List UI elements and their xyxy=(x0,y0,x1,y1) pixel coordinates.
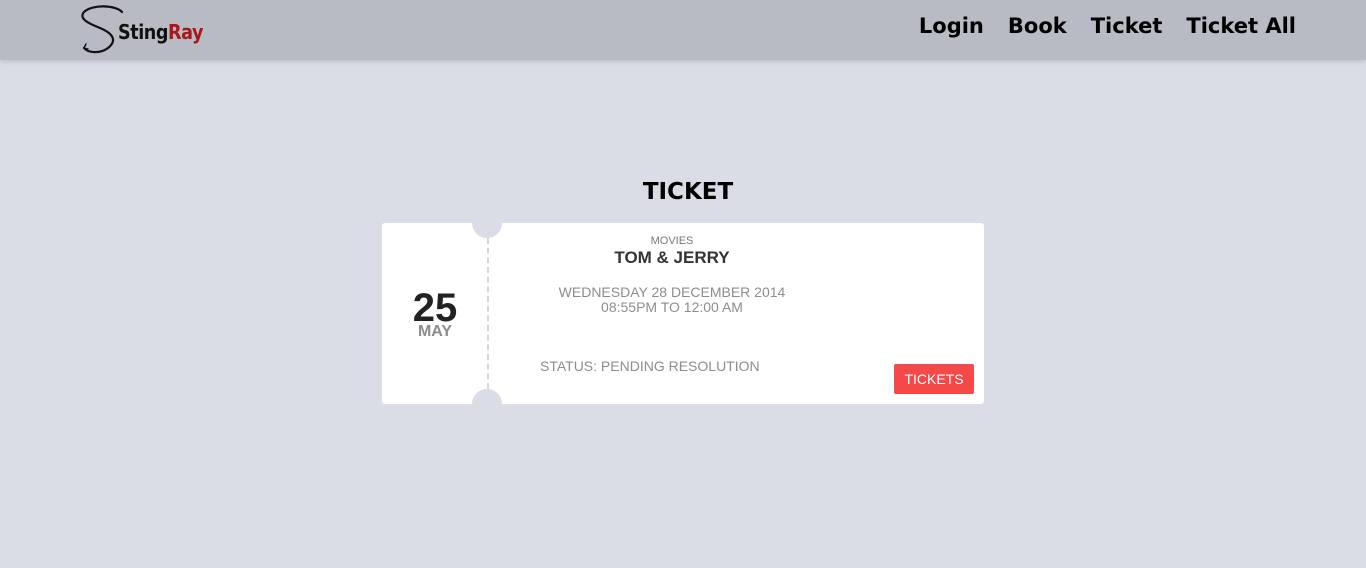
stingray-logo[interactable]: StingRay xyxy=(78,2,208,56)
logo-text-ray: Ray xyxy=(168,20,204,44)
nav-ticket-link[interactable]: Ticket xyxy=(1091,14,1163,38)
nav-login-link[interactable]: Login xyxy=(919,14,984,38)
nav-ticket-all-link[interactable]: Ticket All xyxy=(1186,14,1296,38)
nav-book-link[interactable]: Book xyxy=(1008,14,1067,38)
ticket-event-date: WEDNESDAY 28 DECEMBER 2014 xyxy=(558,284,786,300)
logo-wordmark: StingRay xyxy=(118,20,204,44)
tickets-button[interactable]: TICKETS xyxy=(894,364,974,394)
ticket-notch-top xyxy=(472,223,502,238)
top-navbar: StingRay Login Book Ticket Ticket All xyxy=(0,0,1366,60)
ticket-card: 25 MAY MOVIES TOM & JERRY WEDNESDAY 28 D… xyxy=(382,223,984,404)
ticket-notch-bottom xyxy=(472,389,502,404)
ticket-event-time: 08:55PM TO 12:00 AM xyxy=(601,299,743,315)
page-title: TICKET xyxy=(642,179,734,206)
ticket-date-month: MAY xyxy=(417,323,453,340)
ticket-event-name: TOM & JERRY xyxy=(614,248,730,267)
ticket-status: STATUS: PENDING RESOLUTION xyxy=(540,358,760,374)
ticket-date-day: 25 xyxy=(412,286,458,330)
logo-text-sting: Sting xyxy=(118,20,169,44)
main-nav: Login Book Ticket Ticket All xyxy=(919,14,1296,38)
ticket-category: MOVIES xyxy=(650,235,694,247)
